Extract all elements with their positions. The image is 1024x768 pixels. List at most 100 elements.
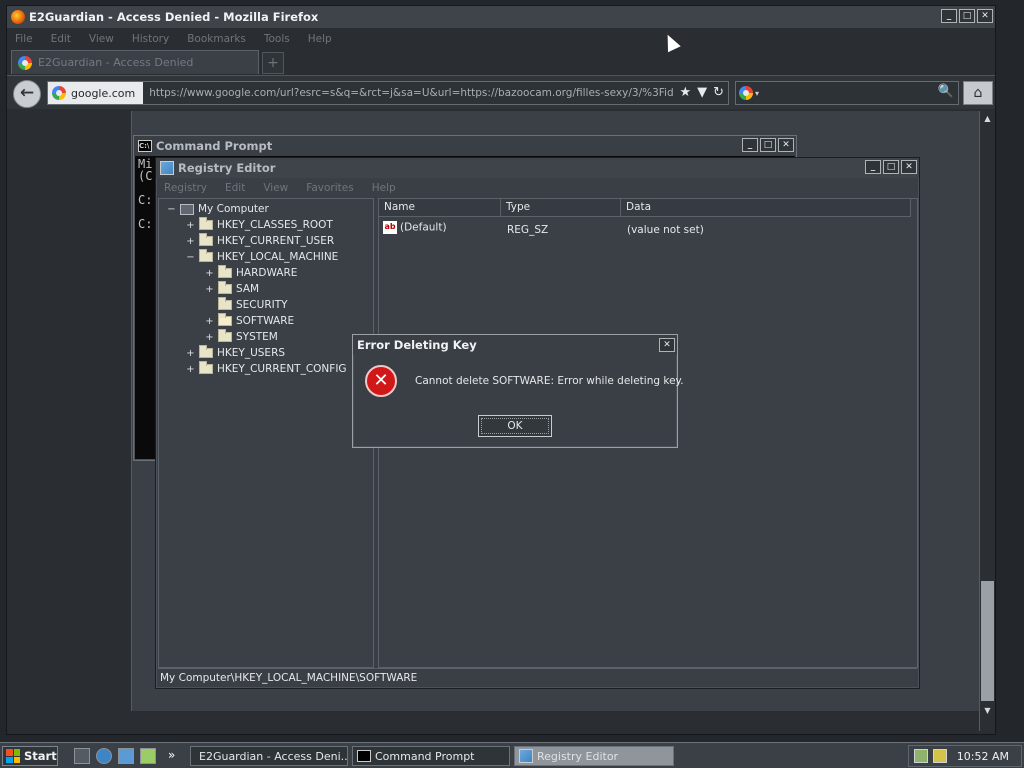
firefox-titlebar[interactable]: E2Guardian - Access Denied - Mozilla Fir… bbox=[7, 6, 995, 28]
regedit-task-icon bbox=[519, 749, 533, 763]
computer-icon bbox=[180, 203, 194, 215]
task-label: Command Prompt bbox=[375, 749, 475, 763]
dropdown-arrow-icon[interactable]: ▼ bbox=[697, 85, 707, 100]
url-bar[interactable]: google.com https://www.google.com/url?es… bbox=[47, 81, 729, 105]
menu-bookmarks[interactable]: Bookmarks bbox=[187, 33, 246, 45]
regedit-icon bbox=[160, 161, 174, 175]
menu-file[interactable]: File bbox=[15, 33, 33, 45]
menu-view[interactable]: View bbox=[263, 182, 288, 194]
minimize-button[interactable]: _ bbox=[941, 9, 957, 23]
dialog-close-button[interactable]: ✕ bbox=[659, 338, 675, 352]
tree-item-software[interactable]: + SOFTWARE bbox=[205, 313, 294, 329]
menu-edit[interactable]: Edit bbox=[51, 33, 71, 45]
collapse-icon[interactable]: − bbox=[186, 252, 195, 263]
site-identity-badge[interactable]: google.com bbox=[48, 82, 144, 104]
browser-tab[interactable]: E2Guardian - Access Denied bbox=[11, 50, 259, 74]
search-box[interactable]: ▾ 🔍 bbox=[735, 81, 959, 105]
home-button[interactable]: ⌂ bbox=[963, 81, 993, 105]
tree-item-sam[interactable]: + SAM bbox=[205, 281, 259, 297]
menu-help[interactable]: Help bbox=[372, 182, 396, 194]
scroll-down-icon[interactable]: ▼ bbox=[982, 706, 993, 718]
bookmark-star-icon[interactable]: ★ bbox=[679, 85, 691, 100]
ok-button[interactable]: OK bbox=[478, 415, 552, 437]
tree-item-label: HARDWARE bbox=[236, 267, 298, 279]
expand-icon[interactable]: + bbox=[205, 268, 214, 279]
expand-icon[interactable]: + bbox=[205, 316, 214, 327]
expand-icon[interactable]: + bbox=[186, 364, 195, 375]
tray-security-icon[interactable] bbox=[933, 749, 947, 763]
scroll-up-icon[interactable]: ▲ bbox=[982, 114, 993, 126]
tree-item-hkey-local-machine[interactable]: − HKEY_LOCAL_MACHINE bbox=[186, 249, 338, 265]
quicklaunch-explorer-icon[interactable] bbox=[140, 748, 156, 764]
expand-icon[interactable]: + bbox=[205, 284, 214, 295]
cmd-title: Command Prompt bbox=[156, 139, 273, 153]
tray-network-icon[interactable] bbox=[914, 749, 928, 763]
regedit-minimize-button[interactable]: _ bbox=[865, 160, 881, 174]
maximize-button[interactable]: □ bbox=[959, 9, 975, 23]
dialog-titlebar[interactable]: Error Deleting Key ✕ bbox=[353, 335, 677, 355]
regedit-titlebar[interactable]: Registry Editor _ □ ✕ bbox=[156, 158, 919, 178]
menu-help[interactable]: Help bbox=[308, 33, 332, 45]
start-button[interactable]: Start bbox=[2, 746, 58, 766]
tree-item-hardware[interactable]: + HARDWARE bbox=[205, 265, 297, 281]
tree-item-security[interactable]: SECURITY bbox=[205, 297, 288, 313]
value-row-type: REG_SZ bbox=[507, 224, 549, 236]
expand-icon[interactable]: + bbox=[186, 348, 195, 359]
menu-favorites[interactable]: Favorites bbox=[306, 182, 353, 194]
value-row-name[interactable]: ab (Default) bbox=[383, 221, 447, 234]
menu-edit[interactable]: Edit bbox=[225, 182, 245, 194]
windows-logo-icon bbox=[6, 749, 20, 763]
registry-tree[interactable]: − My Computer + HKEY_CLASSES_ROOT + HKEY… bbox=[158, 198, 374, 668]
expand-icon[interactable]: + bbox=[205, 332, 214, 343]
quicklaunch-overflow-icon[interactable]: » bbox=[168, 748, 175, 762]
tree-item-system[interactable]: + SYSTEM bbox=[205, 329, 278, 345]
url-text[interactable]: https://www.google.com/url?esrc=s&q=&rct… bbox=[143, 87, 673, 99]
new-tab-button[interactable]: + bbox=[262, 52, 284, 74]
collapse-icon[interactable]: − bbox=[167, 204, 176, 215]
task-label: Registry Editor bbox=[537, 749, 619, 763]
column-header-name[interactable]: Name bbox=[379, 199, 501, 217]
search-icon[interactable]: 🔍 bbox=[938, 84, 954, 99]
tree-item-hkey-classes-root[interactable]: + HKEY_CLASSES_ROOT bbox=[186, 217, 333, 233]
column-header-type[interactable]: Type bbox=[501, 199, 621, 217]
expand-icon[interactable]: + bbox=[186, 220, 195, 231]
menu-view[interactable]: View bbox=[89, 33, 114, 45]
open-folder-icon bbox=[218, 313, 232, 326]
quicklaunch-media-icon[interactable] bbox=[118, 748, 134, 764]
tree-item-label: SECURITY bbox=[236, 299, 288, 311]
folder-icon bbox=[199, 345, 213, 358]
close-button[interactable]: ✕ bbox=[977, 9, 993, 23]
regedit-maximize-button[interactable]: □ bbox=[883, 160, 899, 174]
menu-tools[interactable]: Tools bbox=[264, 33, 290, 45]
value-name: (Default) bbox=[400, 221, 447, 234]
site-badge-label: google.com bbox=[71, 86, 136, 100]
tree-item-my-computer[interactable]: − My Computer bbox=[167, 201, 269, 217]
cmd-output[interactable]: Mi (C C: C: bbox=[138, 158, 152, 230]
string-value-icon: ab bbox=[383, 221, 397, 234]
regedit-close-button[interactable]: ✕ bbox=[901, 160, 917, 174]
cmd-titlebar[interactable]: C:\ Command Prompt _ □ ✕ bbox=[134, 136, 796, 156]
firefox-icon bbox=[11, 10, 25, 24]
tree-item-hkey-current-config[interactable]: + HKEY_CURRENT_CONFIG bbox=[186, 361, 347, 377]
search-engine-selector[interactable]: ▾ bbox=[739, 85, 765, 101]
task-registry-editor[interactable]: Registry Editor bbox=[514, 746, 674, 766]
clock[interactable]: 10:52 AM bbox=[957, 750, 1009, 763]
tree-item-hkey-users[interactable]: + HKEY_USERS bbox=[186, 345, 285, 361]
cmd-minimize-button[interactable]: _ bbox=[742, 138, 758, 152]
scroll-thumb[interactable] bbox=[981, 581, 994, 701]
quicklaunch-desktop-icon[interactable] bbox=[74, 748, 90, 764]
regedit-title: Registry Editor bbox=[178, 161, 276, 175]
quicklaunch-ie-icon[interactable] bbox=[96, 748, 112, 764]
task-command-prompt[interactable]: Command Prompt bbox=[352, 746, 510, 766]
menu-registry[interactable]: Registry bbox=[164, 182, 207, 194]
cmd-close-button[interactable]: ✕ bbox=[778, 138, 794, 152]
menu-history[interactable]: History bbox=[132, 33, 169, 45]
tree-item-hkey-current-user[interactable]: + HKEY_CURRENT_USER bbox=[186, 233, 334, 249]
task-firefox[interactable]: E2Guardian - Access Deni... bbox=[190, 746, 348, 766]
cmd-maximize-button[interactable]: □ bbox=[760, 138, 776, 152]
reload-icon[interactable]: ↻ bbox=[713, 85, 724, 100]
column-header-data[interactable]: Data bbox=[621, 199, 911, 217]
expand-icon[interactable]: + bbox=[186, 236, 195, 247]
page-scrollbar[interactable]: ▲ ▼ bbox=[979, 111, 995, 731]
back-button[interactable]: ← bbox=[13, 80, 41, 108]
